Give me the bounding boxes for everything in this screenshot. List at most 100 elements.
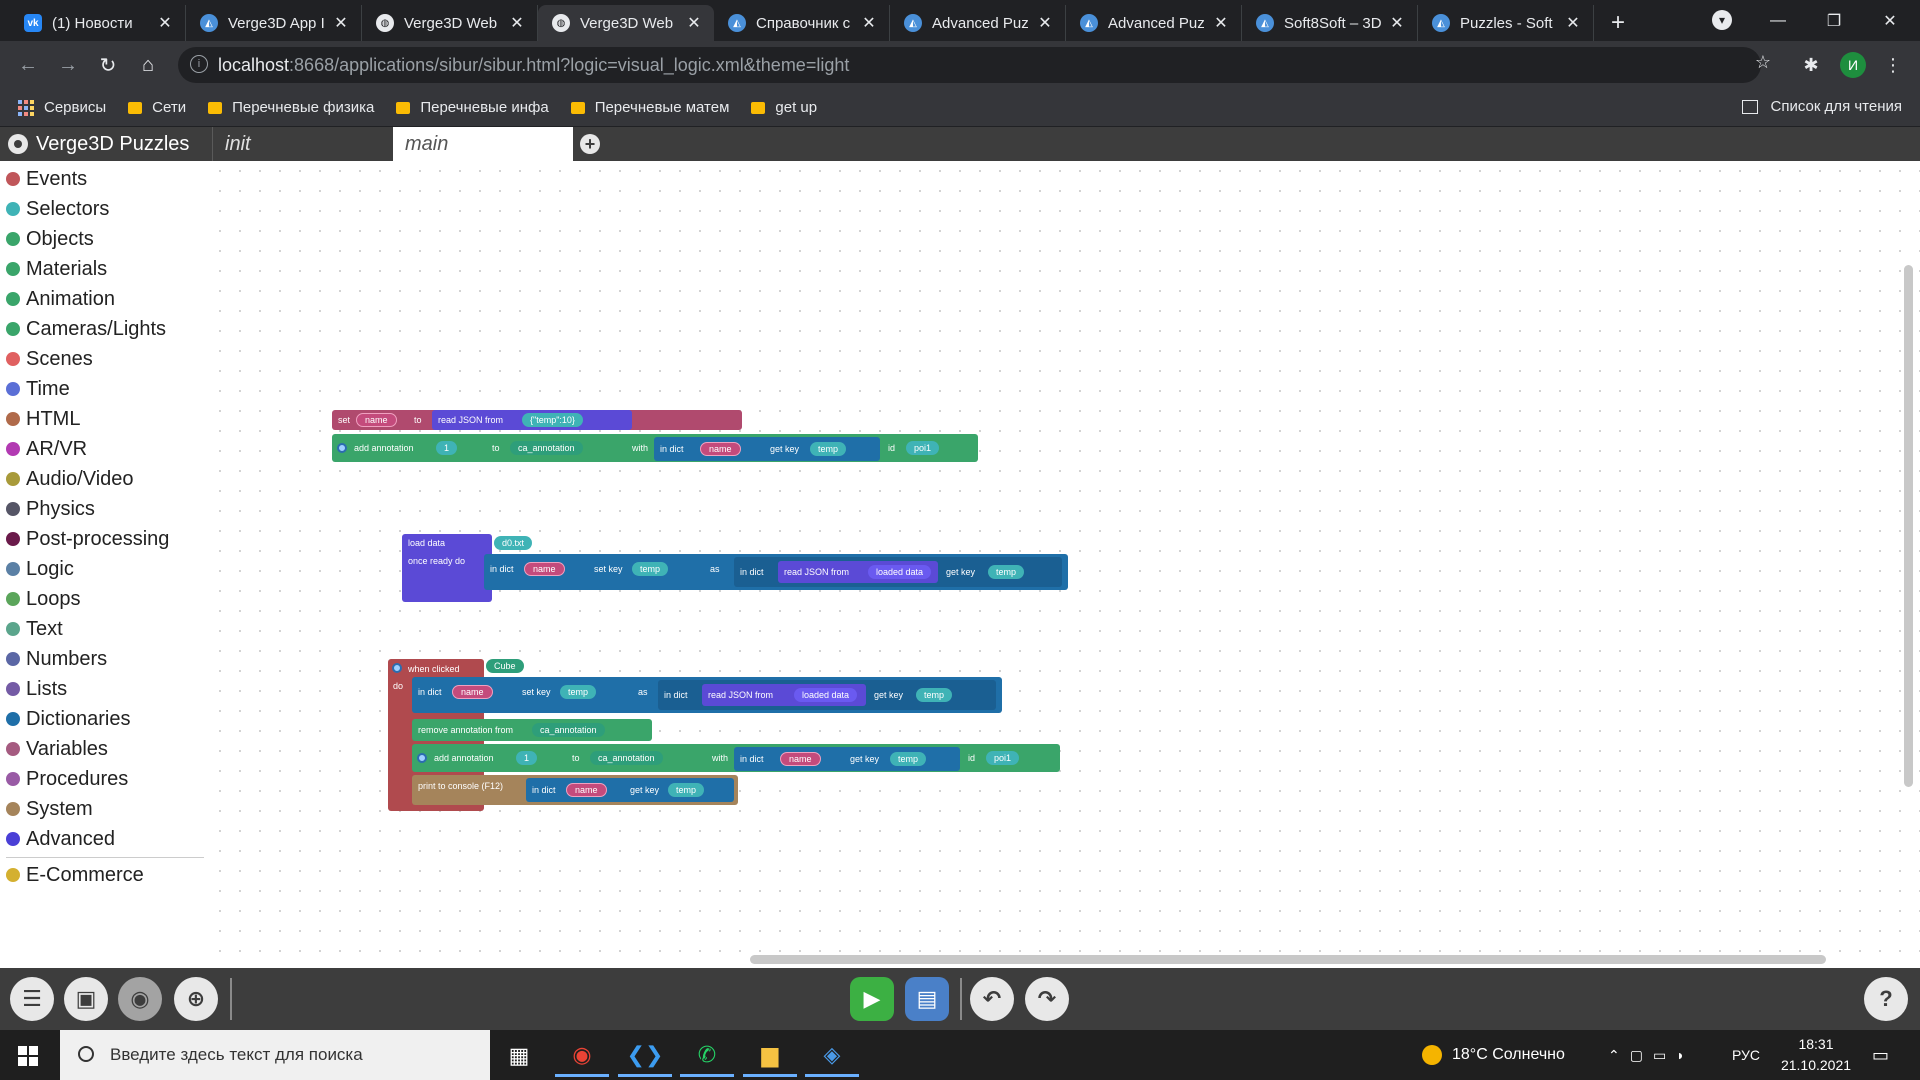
category-scenes[interactable]: Scenes xyxy=(6,345,93,373)
close-tab-icon[interactable]: ✕ xyxy=(507,13,527,33)
browser-tab[interactable]: ◭ Справочник с ✕ xyxy=(714,5,890,41)
vscode-icon[interactable]: ❮❯ xyxy=(618,1035,672,1077)
add-annotation-block[interactable]: add annotation 1 to ca_annotation with i… xyxy=(412,744,1060,772)
library-icon[interactable]: ☰ xyxy=(10,977,54,1021)
close-tab-icon[interactable]: ✕ xyxy=(1387,13,1407,33)
puzzle-workspace[interactable]: set name to read JSON from {"temp":10} a… xyxy=(210,161,1920,968)
text-literal[interactable]: poi1 xyxy=(906,441,940,455)
category-procedures[interactable]: Procedures xyxy=(6,765,128,793)
restore-icon[interactable]: ❐ xyxy=(1806,0,1862,41)
browser-tab[interactable]: ◭ Soft8Soft – 3D ✕ xyxy=(1242,5,1418,41)
text-literal[interactable]: poi1 xyxy=(986,751,1020,765)
category-logic[interactable]: Logic xyxy=(6,555,74,583)
bookmark-star-icon[interactable]: ☆ xyxy=(1750,49,1776,75)
taskbar-clock[interactable]: 18:31 21.10.2021 xyxy=(1766,1034,1866,1076)
panel-toggle-icon[interactable]: ▣ xyxy=(64,977,108,1021)
browser-menu-icon[interactable]: ⋮ xyxy=(1880,52,1906,78)
remove-annotation-block[interactable]: remove annotation from ca_annotation xyxy=(412,719,652,741)
browser-tab[interactable]: ◭ Advanced Puz ✕ xyxy=(1066,5,1242,41)
reload-icon[interactable]: ↻ xyxy=(94,51,122,79)
category-objects[interactable]: Objects xyxy=(6,225,94,253)
category-materials[interactable]: Materials xyxy=(6,255,107,283)
forward-icon[interactable]: → xyxy=(54,51,82,79)
text-literal[interactable]: temp xyxy=(632,562,669,576)
loaded-data-block[interactable]: loaded data xyxy=(868,565,932,579)
set-variable-block[interactable]: set name to read JSON from {"temp":10} xyxy=(332,410,742,430)
category-variables[interactable]: Variables xyxy=(6,735,108,763)
notifications-icon[interactable]: ▭ xyxy=(1872,1030,1889,1080)
text-literal[interactable]: temp xyxy=(810,442,847,456)
taskbar-search[interactable]: Введите здесь текст для поиска xyxy=(60,1030,490,1080)
category-time[interactable]: Time xyxy=(6,375,70,403)
category-text[interactable]: Text xyxy=(6,615,63,643)
dict-get-block[interactable]: in dict name get key temp xyxy=(734,747,960,771)
read-json-block[interactable]: read JSON from loaded data xyxy=(778,561,938,583)
dict-get-block[interactable]: in dict read JSON from loaded data get k… xyxy=(734,557,1062,587)
category-physics[interactable]: Physics xyxy=(6,495,95,523)
add-tab-icon[interactable]: + xyxy=(580,134,600,154)
category-dictionaries[interactable]: Dictionaries xyxy=(6,705,130,733)
loaded-data-block[interactable]: loaded data xyxy=(794,688,858,702)
task-view-icon[interactable]: ▦ xyxy=(492,1035,546,1077)
category-html[interactable]: HTML xyxy=(6,405,80,433)
windows-start-icon[interactable] xyxy=(18,1046,38,1066)
object-dropdown[interactable]: Cube xyxy=(486,659,524,673)
add-annotation-block[interactable]: add annotation 1 to ca_annotation with i… xyxy=(332,434,978,462)
file-explorer-icon[interactable]: ▆ xyxy=(743,1035,797,1077)
undo-icon[interactable]: ↶ xyxy=(970,977,1014,1021)
chrome-icon[interactable]: ◉ xyxy=(555,1035,609,1077)
object-dropdown[interactable]: ca_annotation xyxy=(532,723,605,737)
gear-icon[interactable] xyxy=(417,753,427,763)
bookmark-folder[interactable]: Перечневые инфа xyxy=(396,99,549,116)
read-json-block[interactable]: read JSON from loaded data xyxy=(702,684,866,706)
screenshot-icon[interactable]: ◉ xyxy=(118,977,162,1021)
gear-icon[interactable] xyxy=(337,443,347,453)
close-tab-icon[interactable]: ✕ xyxy=(155,13,175,33)
category-animation[interactable]: Animation xyxy=(6,285,115,313)
category-e-commerce[interactable]: E-Commerce xyxy=(6,861,144,889)
browser-tab[interactable]: ◭ Puzzles - Soft ✕ xyxy=(1418,5,1594,41)
verge3d-app-icon[interactable]: ◈ xyxy=(805,1035,859,1077)
text-literal[interactable]: {"temp":10} xyxy=(522,413,583,427)
category-selectors[interactable]: Selectors xyxy=(6,195,109,223)
browser-tab[interactable]: ◭ Advanced Puz ✕ xyxy=(890,5,1066,41)
minimize-icon[interactable]: — xyxy=(1750,0,1806,41)
close-tab-icon[interactable]: ✕ xyxy=(1211,13,1231,33)
extensions-icon[interactable]: ✱ xyxy=(1798,52,1824,78)
print-console-block[interactable]: print to console (F12) in dict name get … xyxy=(412,775,738,805)
redo-icon[interactable]: ↷ xyxy=(1025,977,1069,1021)
category-loops[interactable]: Loops xyxy=(6,585,81,613)
dict-get-block[interactable]: in dict name get key temp xyxy=(526,778,734,802)
whatsapp-icon[interactable]: ✆ xyxy=(680,1035,734,1077)
category-advanced[interactable]: Advanced xyxy=(6,825,115,853)
address-bar[interactable]: i localhost:8668/applications/sibur/sibu… xyxy=(178,47,1761,83)
close-tab-icon[interactable]: ✕ xyxy=(859,13,879,33)
bookmark-folder[interactable]: get up xyxy=(751,99,817,116)
variable-dropdown[interactable]: name xyxy=(700,442,741,456)
load-data-block[interactable]: load data once ready do xyxy=(402,534,492,602)
home-icon[interactable]: ⌂ xyxy=(134,51,162,79)
dict-get-block[interactable]: in dict read JSON from loaded data get k… xyxy=(658,680,996,710)
text-literal[interactable]: 1 xyxy=(516,751,538,765)
category-cameras-lights[interactable]: Cameras/Lights xyxy=(6,315,166,343)
dict-set-block[interactable]: in dict name set key temp as in dict rea… xyxy=(412,677,1002,713)
category-post-processing[interactable]: Post-processing xyxy=(6,525,169,553)
category-numbers[interactable]: Numbers xyxy=(6,645,107,673)
variable-dropdown[interactable]: name xyxy=(524,562,565,576)
browser-tab[interactable]: ◍ Verge3D Web ✕ xyxy=(538,5,714,41)
reading-list-button[interactable]: Список для чтения xyxy=(1742,98,1902,115)
category-system[interactable]: System xyxy=(6,795,93,823)
tab-main[interactable]: main xyxy=(393,127,573,161)
variable-dropdown[interactable]: name xyxy=(356,413,397,427)
text-literal[interactable]: 1 xyxy=(436,441,458,455)
profile-avatar[interactable]: И xyxy=(1840,52,1866,78)
language-indicator[interactable]: РУС xyxy=(1732,1030,1760,1080)
tab-search-icon[interactable]: ▾ xyxy=(1712,10,1732,30)
variable-dropdown[interactable]: name xyxy=(452,685,493,699)
text-literal[interactable]: temp xyxy=(560,685,597,699)
close-tab-icon[interactable]: ✕ xyxy=(331,13,351,33)
category-events[interactable]: Events xyxy=(6,165,87,193)
text-literal[interactable]: temp xyxy=(916,688,953,702)
gear-icon[interactable] xyxy=(392,663,402,673)
browser-tab[interactable]: vk (1) Новости ✕ xyxy=(10,5,186,41)
